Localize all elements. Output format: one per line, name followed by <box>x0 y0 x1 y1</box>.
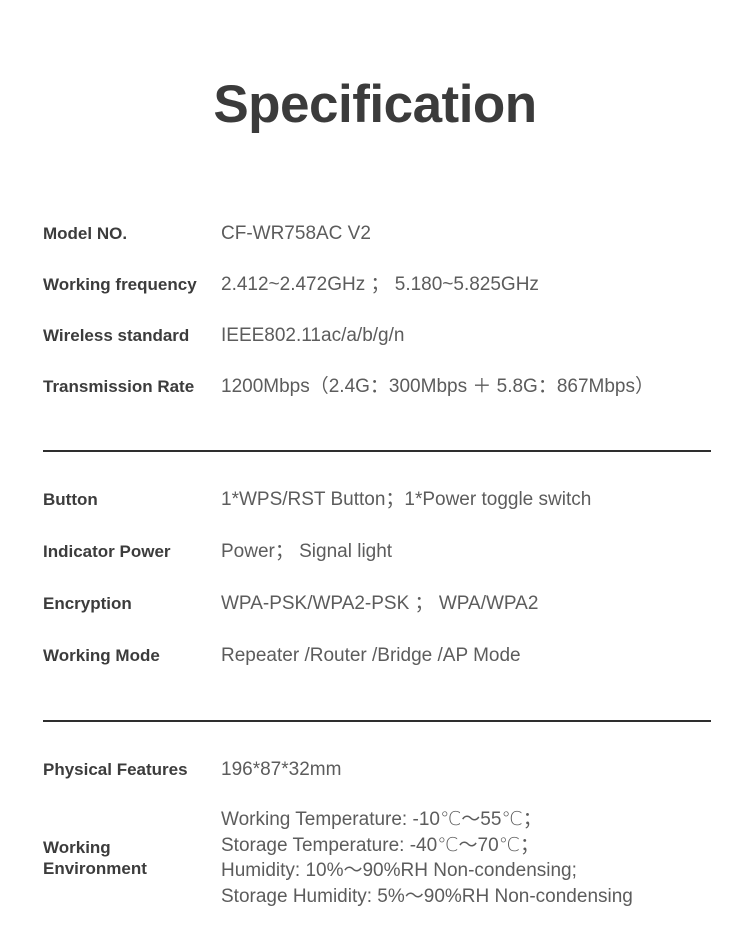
spec-label-model-no: Model NO. <box>43 224 128 243</box>
spec-label-button: Button <box>43 490 98 509</box>
spec-row: Physical Features 196*87*32mm <box>43 758 713 806</box>
specification-groups: Model NO. CF-WR758AC V2 Working frequenc… <box>43 222 713 910</box>
spec-value-model-no: CF-WR758AC V2 <box>221 223 371 244</box>
spec-row: Button 1*WPS/RST Button；1*Power toggle s… <box>43 488 713 540</box>
spec-value-button: 1*WPS/RST Button；1*Power toggle switch <box>221 489 592 510</box>
spec-value-working-frequency: 2.412~2.472GHz ； 5.180~5.825GHz <box>221 274 539 295</box>
spec-label-working-mode: Working Mode <box>43 646 160 665</box>
page-title-container: Specification <box>0 78 750 131</box>
spec-row: Encryption WPA-PSK/WPA2-PSK ； WPA/WPA2 <box>43 592 713 644</box>
spec-value-physical-features: 196*87*32mm <box>221 759 342 780</box>
page-title: Specification <box>213 75 537 134</box>
spec-label-working-frequency: Working frequency <box>43 275 197 294</box>
spec-row: Transmission Rate 1200Mbps（2.4G：300Mbps … <box>43 375 713 426</box>
specification-page: Specification Model NO. CF-WR758AC V2 Wo… <box>0 0 750 927</box>
spec-value-indicator-power: Power； Signal light <box>221 541 393 562</box>
spec-row: Wireless standard IEEE802.11ac/a/b/g/n <box>43 324 713 375</box>
spec-row: Indicator Power Power； Signal light <box>43 540 713 592</box>
spec-label-transmission-rate: Transmission Rate <box>43 377 195 396</box>
spec-row: Working frequency 2.412~2.472GHz ； 5.180… <box>43 273 713 324</box>
spec-value-wireless-standard: IEEE802.11ac/a/b/g/n <box>221 325 405 346</box>
spec-label-physical-features: Physical Features <box>43 760 188 779</box>
spec-value-working-environment: Working Temperature: -10℃～55℃； Storage T… <box>221 809 633 907</box>
spec-group-physical: Physical Features 196*87*32mm Working En… <box>43 758 713 910</box>
spec-label-indicator-power: Indicator Power <box>43 542 171 561</box>
spec-label-working-environment: Working Environment <box>43 837 147 878</box>
spec-value-encryption: WPA-PSK/WPA2-PSK ； WPA/WPA2 <box>221 593 539 614</box>
spec-row: Model NO. CF-WR758AC V2 <box>43 222 713 273</box>
spec-group-general: Model NO. CF-WR758AC V2 Working frequenc… <box>43 222 713 426</box>
spec-value-transmission-rate: 1200Mbps（2.4G：300Mbps ＋ 5.8G：867Mbps） <box>221 376 654 397</box>
spec-row: Working Mode Repeater /Router /Bridge /A… <box>43 644 713 696</box>
spec-group-features: Button 1*WPS/RST Button；1*Power toggle s… <box>43 488 713 696</box>
spec-value-working-mode: Repeater /Router /Bridge /AP Mode <box>221 645 521 666</box>
spec-label-wireless-standard: Wireless standard <box>43 326 190 345</box>
spec-label-encryption: Encryption <box>43 594 132 613</box>
spec-row: Working Environment Working Temperature:… <box>43 806 713 910</box>
